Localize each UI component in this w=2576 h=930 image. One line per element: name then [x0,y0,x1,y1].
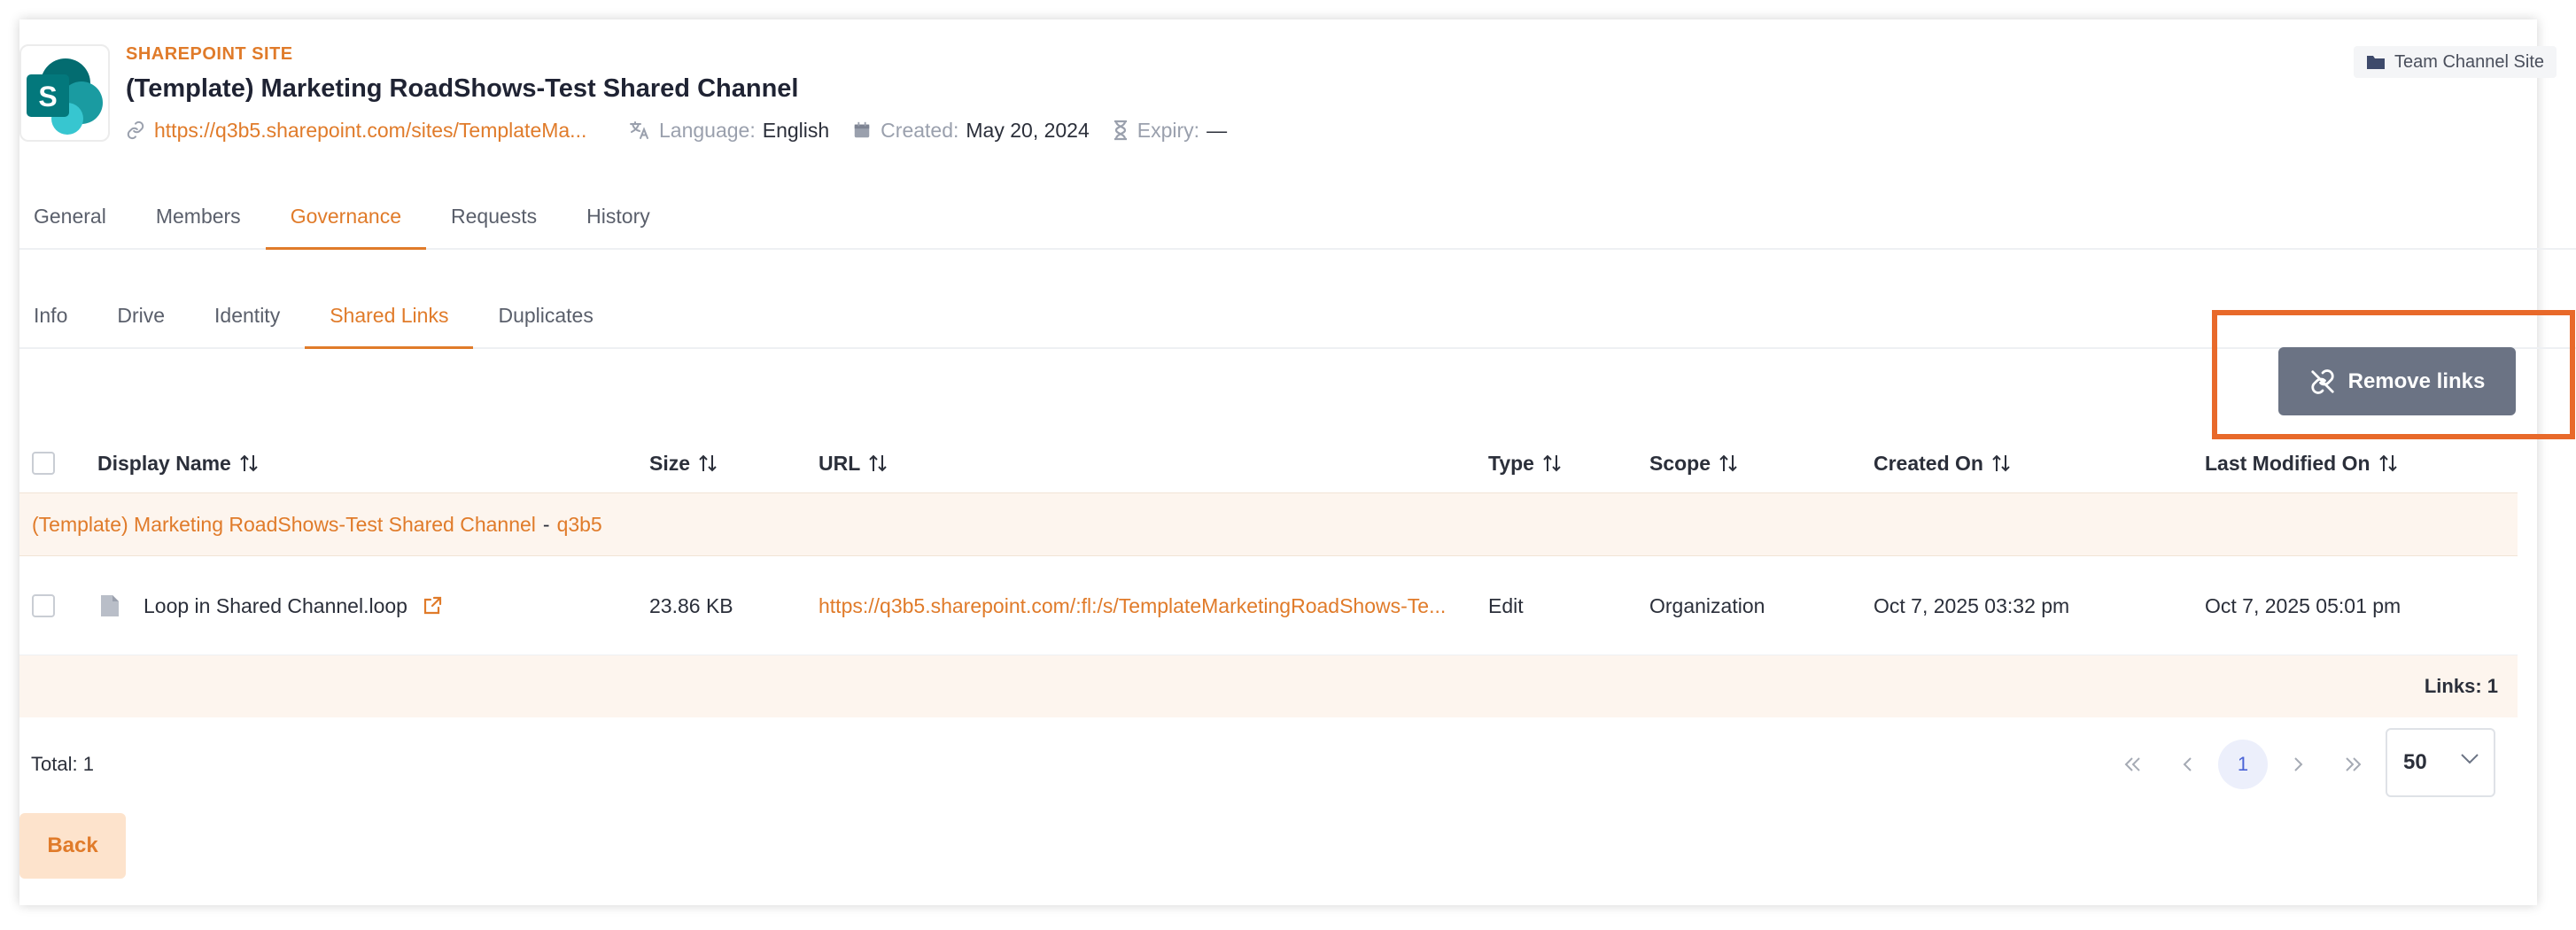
page-size-select[interactable]: 50 [2386,728,2495,797]
hourglass-icon [1113,120,1129,141]
governance-subtabs: Info Drive Identity Shared Links Duplica… [19,285,2576,349]
last-modified-on-cell: Oct 7, 2025 05:01 pm [2205,593,2401,617]
created-on-cell: Oct 7, 2025 03:32 pm [1874,593,2070,617]
expiry-value: — [1207,118,1228,142]
subtab-drive[interactable]: Drive [92,285,190,349]
type-cell: Edit [1488,593,1524,617]
expiry-meta: Expiry: — [1113,119,1227,143]
created-value: May 20, 2024 [966,118,1090,142]
team-channel-badge-label: Team Channel Site [2394,51,2544,72]
folder-icon [2366,54,2386,70]
sort-icon[interactable] [2378,453,2397,473]
chevron-down-icon [2460,753,2479,765]
language-label: Language: [659,118,756,142]
column-url-label: URL [819,451,861,475]
shared-link-url[interactable]: https://q3b5.sharepoint.com/:fl:/s/Templ… [819,556,1456,655]
sort-icon[interactable] [1719,453,1737,473]
column-last-modified-on[interactable]: Last Modified On [2205,452,2397,476]
url-cell: https://q3b5.sharepoint.com/:fl:/s/Templ… [819,556,1456,655]
column-scope-label: Scope [1649,451,1711,475]
site-type-label: SHAREPOINT SITE [126,44,293,64]
group-tenant-link[interactable]: q3b5 [557,513,602,537]
previous-page-button[interactable] [2163,740,2213,789]
remove-links-button[interactable]: Remove links [2278,347,2516,415]
subtab-info[interactable]: Info [19,285,92,349]
sharepoint-logo: S [19,44,110,142]
created-label: Created: [881,118,959,142]
remove-links-label: Remove links [2347,368,2486,393]
sort-icon[interactable] [240,453,258,473]
column-size-label: Size [649,451,691,475]
file-icon [101,595,119,616]
tab-governance[interactable]: Governance [265,186,426,250]
column-size[interactable]: Size [649,452,717,476]
column-display-name[interactable]: Display Name [97,452,258,476]
last-page-button[interactable] [2328,740,2378,789]
group-footer-row: Links: 1 [19,655,2518,717]
language-meta: Language: English [629,119,829,143]
column-scope[interactable]: Scope [1649,452,1737,476]
column-created-on-label: Created On [1874,451,1983,475]
tab-general[interactable]: General [19,186,131,250]
column-type[interactable]: Type [1488,452,1561,476]
pagination: 1 [2108,733,2383,795]
row-select-cell [32,556,55,655]
created-meta: Created: May 20, 2024 [852,119,1090,143]
select-all-cell [32,452,55,475]
table-row[interactable]: Loop in Shared Channel.loop 23.86 KB htt… [19,556,2518,655]
next-page-button[interactable] [2273,740,2323,789]
tab-history[interactable]: History [562,186,675,250]
site-meta-row: https://q3b5.sharepoint.com/sites/Templa… [126,117,1227,143]
links-count: Links: 1 [2424,675,2498,697]
site-url-link[interactable]: https://q3b5.sharepoint.com/sites/Templa… [154,119,606,143]
tab-requests[interactable]: Requests [426,186,562,250]
team-channel-badge: Team Channel Site [2354,46,2557,78]
column-created-on[interactable]: Created On [1874,452,2010,476]
translate-icon [629,120,650,140]
total-count: Total: 1 [31,753,94,775]
subtab-duplicates[interactable]: Duplicates [473,285,617,349]
back-button[interactable]: Back [19,813,126,879]
sort-icon[interactable] [869,453,887,473]
select-all-checkbox[interactable] [32,452,55,475]
calendar-icon [852,120,872,140]
primary-tabs: General Members Governance Requests Hist… [19,186,2576,250]
page-number-button[interactable]: 1 [2218,740,2268,789]
subtab-identity[interactable]: Identity [190,285,305,349]
column-display-name-label: Display Name [97,451,231,475]
external-link-icon[interactable] [422,595,443,616]
page-title: (Template) Marketing RoadShows-Test Shar… [126,74,799,103]
unlink-icon [2309,368,2336,395]
language-value: English [762,118,830,142]
row-checkbox[interactable] [32,594,55,617]
tab-members[interactable]: Members [131,186,266,250]
column-type-label: Type [1488,451,1534,475]
svg-text:S: S [38,81,57,112]
column-last-modified-on-label: Last Modified On [2205,451,2370,475]
column-url[interactable]: URL [819,452,887,476]
scope-cell: Organization [1649,593,1765,617]
sort-icon[interactable] [699,453,717,473]
table-header: Display Name Size URL Type Scope Created… [19,434,2518,492]
group-site-link[interactable]: (Template) Marketing RoadShows-Test Shar… [32,513,536,537]
first-page-button[interactable] [2108,740,2158,789]
link-icon [126,120,145,140]
page-size-value: 50 [2403,750,2427,774]
file-name: Loop in Shared Channel.loop [144,593,407,617]
group-header-row: (Template) Marketing RoadShows-Test Shar… [19,492,2518,556]
expiry-label: Expiry: [1137,118,1200,142]
sharepoint-icon: S [27,58,103,135]
size-cell: 23.86 KB [649,593,733,617]
group-separator: - [542,512,550,536]
subtab-shared-links[interactable]: Shared Links [305,285,474,349]
sort-icon[interactable] [1543,453,1561,473]
sort-icon[interactable] [1992,453,2010,473]
display-name-cell: Loop in Shared Channel.loop [101,556,443,655]
